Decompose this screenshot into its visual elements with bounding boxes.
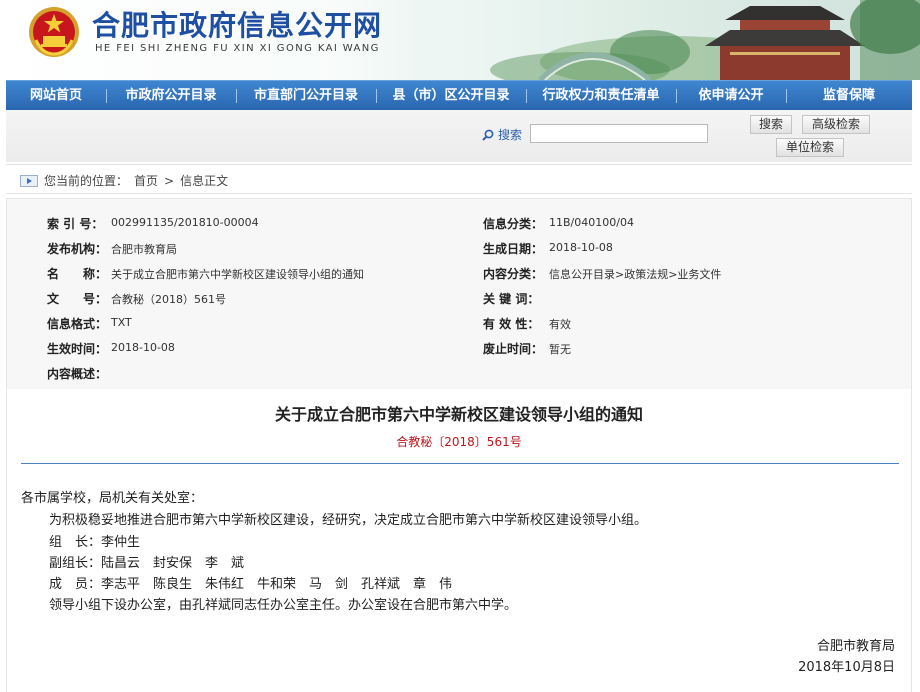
meta-expiry-value: 暂无 — [549, 343, 571, 356]
search-button[interactable]: 搜索 — [750, 115, 792, 134]
meta-doc-no-label: 文 号： — [47, 292, 108, 306]
document-paragraph: 领导小组下设办公室，由孔祥斌同志任办公室主任。办公室设在合肥市第六中学。 — [49, 598, 518, 613]
nav-item-city-gov-catalog[interactable]: 市政府公开目录 — [106, 81, 236, 111]
meta-index-value: 002991135/201810-00004 — [111, 216, 259, 229]
title-divider — [21, 463, 899, 464]
document-title: 关于成立合肥市第六中学新校区建设领导小组的通知 — [274, 405, 643, 424]
meta-validity-value: 有效 — [549, 318, 571, 331]
meta-category-value: 11B/040100/04 — [549, 216, 634, 229]
search-label-text: 搜索 — [498, 128, 523, 142]
document-members-line: 成 员：李志平 陈良生 朱伟红 牛和荣 马 剑 孔祥斌 章 伟 — [49, 577, 453, 592]
search-input[interactable] — [530, 124, 708, 143]
meta-row: 文 号： 合教秘（2018）561号 关 键 词： — [7, 290, 911, 315]
meta-keywords-label: 关 键 词： — [483, 292, 540, 306]
meta-effective-label: 生效时间： — [47, 342, 108, 356]
meta-content-category-value: 信息公开目录>政策法规>业务文件 — [549, 268, 722, 281]
advanced-search-button[interactable]: 高级检索 — [802, 115, 870, 134]
document-salutation: 各市属学校，局机关有关处室： — [21, 491, 204, 506]
meta-name-label: 名 称： — [47, 267, 108, 281]
meta-content-category-label: 内容分类： — [483, 267, 544, 281]
meta-row: 内容概述： — [7, 365, 911, 390]
meta-row: 信息格式： TXT 有 效 性： 有效 — [7, 315, 911, 340]
nav-item-county-catalog[interactable]: 县（市）区公开目录 — [376, 81, 526, 111]
meta-date-label: 生成日期： — [483, 242, 544, 256]
site-header: 合肥市政府信息公开网 HE FEI SHI ZHENG FU XIN XI GO… — [0, 0, 920, 80]
nav-item-power-list[interactable]: 行政权力和责任清单 — [526, 81, 676, 111]
search-label: 搜索 — [482, 126, 522, 143]
document-leader-line: 组 长：李仲生 — [49, 535, 141, 550]
meta-name-value: 关于成立合肥市第六中学新校区建设领导小组的通知 — [111, 268, 364, 281]
meta-index-label: 索 引 号： — [47, 217, 104, 231]
meta-date-value: 2018-10-08 — [549, 241, 613, 254]
meta-publisher-label: 发布机构： — [47, 242, 108, 256]
meta-expiry-label: 废止时间： — [483, 342, 544, 356]
meta-validity-label: 有 效 性： — [483, 317, 540, 331]
meta-row: 生效时间： 2018-10-08 废止时间： 暂无 — [7, 340, 911, 365]
meta-effective-value: 2018-10-08 — [111, 341, 175, 354]
document-number: 合教秘〔2018〕561号 — [396, 435, 522, 449]
meta-format-label: 信息格式： — [47, 317, 108, 331]
meta-row: 索 引 号： 002991135/201810-00004 信息分类： 11B/… — [7, 215, 911, 240]
document-signature: 合肥市教育局 — [816, 639, 895, 654]
meta-publisher-value: 合肥市教育局 — [111, 243, 177, 256]
main-nav: 网站首页 市政府公开目录 市直部门公开目录 县（市）区公开目录 行政权力和责任清… — [6, 80, 912, 110]
meta-row: 名 称： 关于成立合肥市第六中学新校区建设领导小组的通知 内容分类： 信息公开目… — [7, 265, 911, 290]
document-sign-date: 2018年10月8日 — [798, 660, 895, 675]
document-paragraph: 为积极稳妥地推进合肥市第六中学新校区建设，经研究，决定成立合肥市第六中学新校区建… — [49, 513, 648, 528]
nav-item-department-catalog[interactable]: 市直部门公开目录 — [236, 81, 376, 111]
search-bar: 搜索 搜索 高级检索 单位检索 — [6, 110, 912, 162]
metadata-table: 索 引 号： 002991135/201810-00004 信息分类： 11B/… — [7, 199, 911, 389]
meta-category-label: 信息分类： — [483, 217, 544, 231]
nav-item-application[interactable]: 依申请公开 — [676, 81, 786, 111]
meta-doc-no-value: 合教秘（2018）561号 — [111, 293, 226, 306]
magnifier-icon — [482, 129, 494, 141]
breadcrumb: 您当前的位置： 首页 > 信息正文 — [20, 172, 228, 189]
breadcrumb-home-link[interactable]: 首页 — [134, 172, 158, 189]
breadcrumb-separator: > — [164, 173, 175, 188]
content-area: 索 引 号： 002991135/201810-00004 信息分类： 11B/… — [6, 198, 912, 692]
location-arrow-icon — [20, 174, 38, 187]
site-title: 合肥市政府信息公开网 — [92, 9, 383, 42]
nav-item-home[interactable]: 网站首页 — [6, 81, 106, 111]
breadcrumb-current: 信息正文 — [180, 174, 229, 188]
nav-item-supervision[interactable]: 监督保障 — [786, 81, 912, 111]
document-deputy-line: 副组长：陆昌云 封安保 李 斌 — [49, 556, 245, 571]
header-scenery-image — [420, 0, 920, 80]
meta-row: 发布机构： 合肥市教育局 生成日期： 2018-10-08 — [7, 240, 911, 265]
national-emblem-icon — [29, 7, 79, 57]
meta-format-value: TXT — [111, 316, 132, 329]
meta-summary-label: 内容概述： — [47, 367, 108, 381]
site-title-pinyin: HE FEI SHI ZHENG FU XIN XI GONG KAI WANG — [95, 43, 380, 54]
breadcrumb-bar: 您当前的位置： 首页 > 信息正文 — [6, 164, 912, 194]
breadcrumb-prefix: 您当前的位置： — [44, 174, 129, 188]
unit-search-button[interactable]: 单位检索 — [776, 138, 844, 157]
